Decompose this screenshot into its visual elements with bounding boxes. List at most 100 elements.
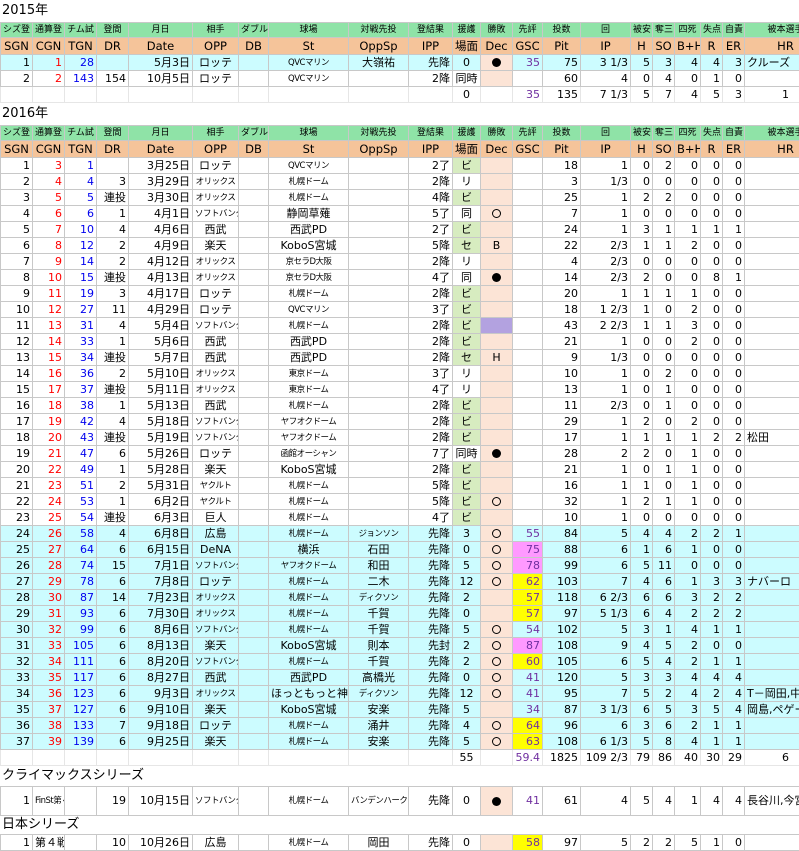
cell-ipp: 先降 (409, 686, 453, 702)
table-row: 353712769月10日楽天KoboS宮城安楽先降534873 1/36535… (1, 702, 799, 718)
header-jp-hr: 被本選手 (745, 126, 799, 141)
cell-opp: ロッテ (193, 71, 239, 87)
cell-ipp: 先降 (409, 606, 453, 622)
cell-bh: 3 (675, 702, 701, 718)
cell-so: 1 (653, 462, 675, 478)
cell-db (239, 622, 269, 638)
cell-db (239, 286, 269, 302)
cell-tgn: 12 (65, 238, 97, 254)
cell-dr: 154 (97, 71, 129, 87)
cell-er: 0 (723, 302, 745, 318)
cell-pitches: 28 (543, 446, 581, 462)
cell-pitches: 108 (543, 734, 581, 750)
cell-hr (745, 302, 799, 318)
cell-db (239, 302, 269, 318)
cell-db (239, 398, 269, 414)
cell-db (239, 222, 269, 238)
cell-scene: 2 (453, 590, 481, 606)
cell-so: 2 (653, 366, 675, 382)
cell-bh: 0 (675, 174, 701, 190)
cell-dr: 4 (97, 222, 129, 238)
cell-date: 7月8日 (129, 574, 193, 590)
cell-er: 0 (723, 414, 745, 430)
cell-cgn: 23 (33, 478, 65, 494)
cell-hits: 3 (631, 222, 653, 238)
cell-runs: 4 (701, 670, 723, 686)
cell-tgn: 64 (65, 542, 97, 558)
total-runs: 5 (701, 87, 723, 103)
cell-opp: 広島 (193, 526, 239, 542)
cell-hits: 5 (631, 734, 653, 750)
cell-hits: 1 (631, 478, 653, 494)
table-row: 27297867月8日ロッテ札幌ドーム二木先降1262103746133ナバーロ (1, 574, 799, 590)
total-cgn (33, 750, 65, 766)
cell-stadium: 西武PD (269, 670, 349, 686)
cell-er: 0 (723, 254, 745, 270)
dec-cell (481, 787, 513, 816)
total-row: 5559.41825109 2/379864030296 (1, 750, 799, 766)
cell-db (239, 702, 269, 718)
cell-dr: 1 (97, 494, 129, 510)
cell-opp: ソフトバンク (193, 206, 239, 222)
win-mark-icon (492, 449, 501, 458)
cell-so: 0 (653, 478, 675, 494)
cell-date: 4月13日 (129, 270, 193, 286)
header-en-hits: H (631, 141, 653, 158)
cell-er: 0 (723, 238, 745, 254)
cell-gsc (513, 286, 543, 302)
header-en-scene: 場面 (453, 38, 481, 55)
cell-db (239, 606, 269, 622)
cell-dr: 連投 (97, 510, 129, 526)
cell-hits: 0 (631, 174, 653, 190)
table-row: 333511768月27日西武西武PD高橋光先降041120533444 (1, 670, 799, 686)
cell-db (239, 334, 269, 350)
cell-ipp: 先降 (409, 542, 453, 558)
cell-date: 5月28日 (129, 462, 193, 478)
cell-ipp: 5了 (409, 206, 453, 222)
cell-gsc: 41 (513, 787, 543, 816)
cell-stadium: 東京ドーム (269, 366, 349, 382)
cell-bh: 0 (675, 71, 701, 87)
cell-er: 4 (723, 702, 745, 718)
dec-cell: H (481, 350, 513, 366)
cell-opp: オリックス (193, 590, 239, 606)
header-jp-tgn: チム試 (65, 126, 97, 141)
cell-date: 5月7日 (129, 350, 193, 366)
cell-bh: 4 (675, 670, 701, 686)
cell-so: 1 (653, 222, 675, 238)
cell-hr (745, 382, 799, 398)
cell-hits: 5 (631, 787, 653, 816)
cell-scene: 5 (453, 622, 481, 638)
cell-dr: 7 (97, 718, 129, 734)
cell-sgn: 1 (1, 835, 33, 851)
cell-dr: 連投 (97, 270, 129, 286)
cell-pitches: 120 (543, 670, 581, 686)
cell-stadium: 札幌ドーム (269, 494, 349, 510)
cell-cgn: 39 (33, 734, 65, 750)
cell-sgn: 11 (1, 318, 33, 334)
cell-bh: 0 (675, 206, 701, 222)
cell-runs: 0 (701, 414, 723, 430)
cell-opp: ソフトバンク (193, 558, 239, 574)
header-en-ip: IP (581, 141, 631, 158)
cell-ipp: 3了 (409, 302, 453, 318)
cell-opp: ロッテ (193, 574, 239, 590)
cell-date: 5月11日 (129, 382, 193, 398)
cell-gsc (513, 222, 543, 238)
cell-gsc (513, 382, 543, 398)
header-en-ipp: IPP (409, 38, 453, 55)
cell-opp-sp (349, 478, 409, 494)
cell-stadium: 札幌ドーム (269, 606, 349, 622)
header-en-hits: H (631, 38, 653, 55)
cell-db (239, 238, 269, 254)
cell-ip: 2 (581, 446, 631, 462)
cell-er: 0 (723, 638, 745, 654)
cell-pitches: 87 (543, 702, 581, 718)
cell-opp: ソフトバンク (193, 318, 239, 334)
cell-opp: ソフトバンク (193, 414, 239, 430)
cell-hits: 0 (631, 254, 653, 270)
cell-hr (745, 238, 799, 254)
cell-db (239, 270, 269, 286)
cell-gsc: 57 (513, 606, 543, 622)
cell-bh: 1 (675, 222, 701, 238)
